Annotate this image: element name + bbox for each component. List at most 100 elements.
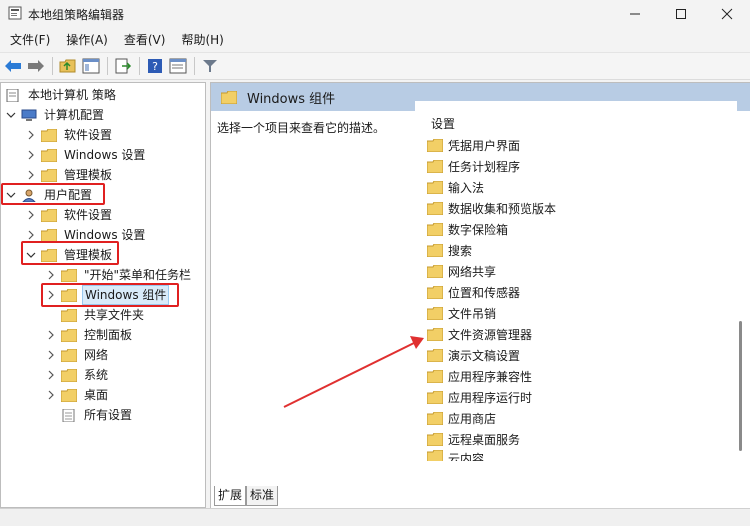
- tree-user-admin[interactable]: 管理模板: [25, 245, 114, 265]
- list-item[interactable]: 数据收集和预览版本: [427, 198, 556, 218]
- list-item[interactable]: 输入法: [427, 177, 484, 197]
- user-icon: [22, 189, 36, 202]
- tree-all-settings[interactable]: 所有设置: [45, 405, 134, 425]
- maximize-button[interactable]: [658, 0, 704, 28]
- chevron-right-icon[interactable]: [25, 129, 37, 141]
- folder-icon: [61, 348, 77, 362]
- back-arrow-icon: [5, 60, 21, 72]
- tab-standard[interactable]: 标准: [246, 486, 279, 506]
- help-button[interactable]: ?: [144, 55, 166, 77]
- list-item-file-explorer[interactable]: 文件资源管理器: [427, 324, 532, 344]
- chevron-down-icon[interactable]: [5, 189, 17, 201]
- show-hide-tree-button[interactable]: [80, 55, 102, 77]
- folder-icon: [61, 268, 77, 282]
- maximize-icon: [676, 9, 686, 19]
- tree-label: 管理模板: [64, 168, 113, 182]
- list-item[interactable]: 应用商店: [427, 408, 496, 428]
- chevron-right-icon[interactable]: [25, 229, 37, 241]
- folder-icon: [427, 390, 443, 404]
- list-item[interactable]: 数字保险箱: [427, 219, 508, 239]
- tree-label: 用户配置: [44, 188, 93, 202]
- folder-icon: [427, 264, 443, 278]
- list-item-label: 数据收集和预览版本: [448, 201, 557, 216]
- list-item[interactable]: 任务计划程序: [427, 156, 520, 176]
- chevron-right-icon[interactable]: [45, 289, 57, 301]
- chevron-right-icon[interactable]: [25, 169, 37, 181]
- list-item[interactable]: 凭据用户界面: [427, 135, 520, 155]
- folder-icon: [221, 90, 237, 104]
- chevron-right-icon[interactable]: [25, 209, 37, 221]
- forward-button[interactable]: [25, 55, 47, 77]
- list-item[interactable]: 演示文稿设置: [427, 345, 520, 365]
- up-level-button[interactable]: [57, 55, 79, 77]
- scrollbar-thumb[interactable]: [739, 321, 742, 451]
- list-item-label: 应用商店: [448, 411, 497, 426]
- tree-start-menu[interactable]: "开始"菜单和任务栏: [45, 265, 193, 285]
- list-item[interactable]: 位置和传感器: [427, 282, 520, 302]
- list-item[interactable]: 文件吊销: [427, 303, 496, 323]
- list-item-label: 文件吊销: [448, 306, 497, 321]
- console-tree: 本地计算机 策略 计算机配置 软件设置 Windows 设置 管理模板 用户配置…: [0, 82, 206, 508]
- tree-root[interactable]: 本地计算机 策略: [5, 85, 118, 105]
- back-button[interactable]: [2, 55, 24, 77]
- tree-windows-components[interactable]: Windows 组件: [45, 285, 170, 305]
- folder-icon: [61, 328, 77, 342]
- menu-help[interactable]: 帮助(H): [175, 29, 229, 51]
- toolbar: ?: [0, 52, 750, 80]
- window-title: 本地组策略编辑器: [28, 8, 125, 22]
- chevron-right-icon[interactable]: [45, 349, 57, 361]
- list-item[interactable]: 搜索: [427, 240, 472, 260]
- tree-user-config[interactable]: 用户配置: [5, 185, 94, 205]
- tree-desktop[interactable]: 桌面: [45, 385, 110, 405]
- tree-computer-admin[interactable]: 管理模板: [25, 165, 114, 185]
- close-button[interactable]: [704, 0, 750, 28]
- properties-button[interactable]: [167, 55, 189, 77]
- vertical-scrollbar[interactable]: [737, 101, 745, 461]
- tree-computer-windows[interactable]: Windows 设置: [25, 145, 147, 165]
- chevron-down-icon[interactable]: [5, 109, 17, 121]
- list-item-label: 应用程序运行时: [448, 390, 533, 405]
- details-title: Windows 组件: [247, 91, 336, 107]
- chevron-right-icon[interactable]: [45, 329, 57, 341]
- chevron-down-icon[interactable]: [25, 249, 37, 261]
- help-icon: ?: [148, 59, 162, 73]
- tree-label: 控制面板: [84, 328, 133, 342]
- menu-file[interactable]: 文件(F): [4, 29, 56, 51]
- tree-control-panel[interactable]: 控制面板: [45, 325, 134, 345]
- tree-label-selected: Windows 组件: [82, 285, 170, 305]
- list-item-label: 文件资源管理器: [448, 327, 533, 342]
- folder-icon: [427, 201, 443, 215]
- filter-icon: [203, 60, 217, 72]
- export-list-button[interactable]: [112, 55, 134, 77]
- list-item-label: 网络共享: [448, 264, 497, 279]
- tree-system[interactable]: 系统: [45, 365, 110, 385]
- tree-user-windows[interactable]: Windows 设置: [25, 225, 147, 245]
- chevron-right-icon[interactable]: [45, 389, 57, 401]
- menu-action[interactable]: 操作(A): [60, 29, 114, 51]
- list-item[interactable]: 网络共享: [427, 261, 496, 281]
- folder-icon: [427, 138, 443, 152]
- chevron-right-icon[interactable]: [25, 149, 37, 161]
- tab-extended[interactable]: 扩展: [214, 486, 247, 506]
- list-item[interactable]: 云内容: [427, 450, 484, 461]
- list-item[interactable]: 应用程序兼容性: [427, 366, 532, 386]
- tree-computer-config[interactable]: 计算机配置: [5, 105, 106, 125]
- chevron-right-icon[interactable]: [45, 369, 57, 381]
- tree-shared-folders[interactable]: 共享文件夹: [45, 305, 146, 325]
- filter-button[interactable]: [199, 55, 221, 77]
- tree-network[interactable]: 网络: [45, 345, 110, 365]
- folder-icon: [427, 327, 443, 341]
- menu-view[interactable]: 查看(V): [118, 29, 172, 51]
- tree-computer-software[interactable]: 软件设置: [25, 125, 114, 145]
- list-item[interactable]: 应用程序运行时: [427, 387, 532, 407]
- folder-icon: [41, 228, 57, 242]
- list-item-label: 云内容: [448, 452, 485, 461]
- folder-icon: [427, 450, 443, 461]
- tree-user-software[interactable]: 软件设置: [25, 205, 114, 225]
- column-header-setting[interactable]: 设置: [431, 115, 455, 132]
- list-item-label: 应用程序兼容性: [448, 369, 533, 384]
- list-item[interactable]: 远程桌面服务: [427, 429, 520, 449]
- chevron-right-icon[interactable]: [45, 269, 57, 281]
- svg-text:?: ?: [152, 60, 158, 73]
- minimize-button[interactable]: [612, 0, 658, 28]
